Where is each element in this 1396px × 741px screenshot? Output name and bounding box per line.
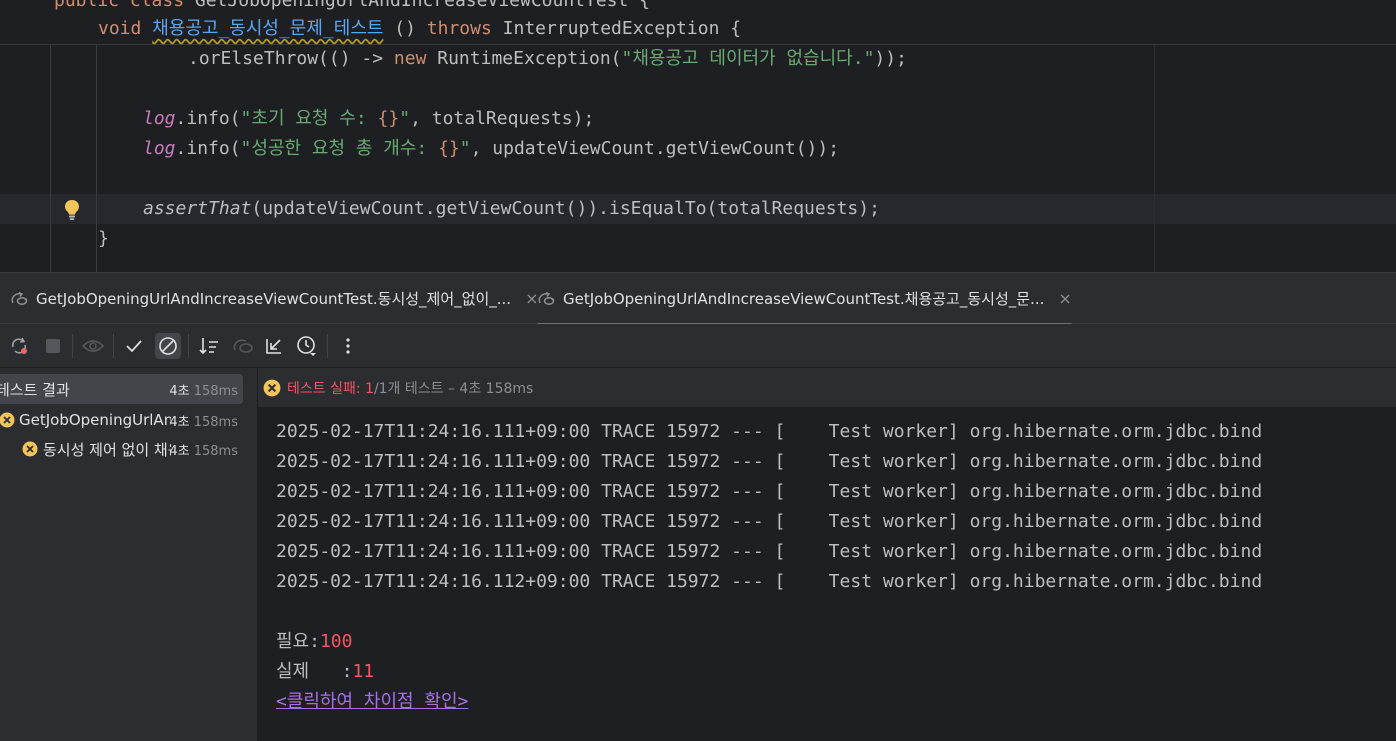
show-diff-link[interactable]: <클릭하여 차이점 확인> xyxy=(276,691,468,712)
method-name[interactable]: 채용공고_동시성_문제_테스트 xyxy=(152,18,383,39)
field-name: log xyxy=(143,138,176,159)
method-call: assertThat xyxy=(143,198,252,219)
code-line[interactable]: } xyxy=(98,224,109,254)
tree-label: 테스트 결과 xyxy=(0,380,70,399)
code-line[interactable]: log.info("초기 요청 수: {}", totalRequests); xyxy=(143,104,594,134)
code-text: () xyxy=(383,18,427,39)
tab-label: GetJobOpeningUrlAndIncreaseViewCountTest… xyxy=(36,290,512,308)
log-line: 2025-02-17T11:24:16.111+09:00 TRACE 1597… xyxy=(276,541,1263,562)
code-text: .info( xyxy=(175,108,241,129)
code-text: InterruptedException { xyxy=(491,18,742,39)
tree-duration: 4초 158ms xyxy=(169,383,238,399)
code-text: (updateViewCount.getViewCount()).isEqual… xyxy=(251,198,880,219)
code-line[interactable]: log.info("성공한 요청 총 개수: {}", updateViewCo… xyxy=(143,134,839,164)
test-failed-icon xyxy=(0,412,15,428)
tree-duration: 4초 158ms xyxy=(169,443,238,459)
string-literal: " xyxy=(459,138,471,159)
sticky-header: public class GetJobOpeningUrlAndIncrease… xyxy=(0,0,1396,45)
tree-root[interactable]: 테스트 결과 4초 158ms xyxy=(0,374,243,404)
expected-label: 필요: xyxy=(276,631,320,652)
field-name: log xyxy=(143,108,176,129)
check-icon[interactable] xyxy=(121,333,147,359)
log-line: 2025-02-17T11:24:16.111+09:00 TRACE 1597… xyxy=(276,511,1263,532)
code-text: .orElseThrow(() -> xyxy=(188,48,394,69)
string-literal: "채용공고 데이터가 없습니다." xyxy=(621,48,875,69)
test-toolbar xyxy=(0,324,1396,368)
export-icon[interactable] xyxy=(261,333,287,359)
keyword: throws xyxy=(426,18,492,39)
test-run-icon xyxy=(11,291,28,305)
tree-method-node[interactable]: 동시성 제어 없이 채용공고 조회수 증가 테스트 4초 158ms xyxy=(0,434,257,464)
code-text: , totalRequests); xyxy=(410,108,595,129)
expected-value: 100 xyxy=(319,631,353,652)
code-text: .info( xyxy=(175,138,241,159)
code-line[interactable]: .orElseThrow(() -> new RuntimeException(… xyxy=(188,44,907,74)
close-icon[interactable]: × xyxy=(1058,289,1071,308)
rerun-icon[interactable] xyxy=(6,333,32,359)
actual-value: 11 xyxy=(352,661,375,682)
placeholder: {} xyxy=(377,108,400,129)
tree-class-node[interactable]: GetJobOpeningUrlAndIncreaseViewCountTest… xyxy=(0,405,257,435)
code-line-method[interactable]: void 채용공고_동시성_문제_테스트 () throws Interrupt… xyxy=(98,14,741,44)
code-editor[interactable]: public class GetJobOpeningUrlAndIncrease… xyxy=(0,0,1396,272)
stop-icon[interactable] xyxy=(40,333,66,359)
error-icon xyxy=(263,379,281,396)
tree-duration: 4초 158ms xyxy=(169,414,238,430)
toolbar-separator xyxy=(72,334,73,358)
lightbulb-icon[interactable] xyxy=(64,199,80,221)
log-line: 2025-02-17T11:24:16.111+09:00 TRACE 1597… xyxy=(276,421,1263,442)
log-line: 2025-02-17T11:24:16.111+09:00 TRACE 1597… xyxy=(276,451,1263,472)
string-literal: " xyxy=(399,108,411,129)
tree-label: GetJobOpeningUrlAndIncreaseViewCountTest xyxy=(19,411,171,429)
test-run-icon xyxy=(538,291,555,305)
tab-label: GetJobOpeningUrlAndIncreaseViewCountTest… xyxy=(563,290,1045,308)
sort-icon[interactable] xyxy=(196,333,222,359)
code-text: , updateViewCount.getViewCount()); xyxy=(470,138,840,159)
toolbar-separator xyxy=(113,334,114,358)
string-literal: "초기 요청 수: xyxy=(240,108,378,129)
keyword: public class xyxy=(54,0,185,11)
failed-count: 테스트 실패: 1 xyxy=(287,380,374,397)
tab-dongsiseong-test[interactable]: GetJobOpeningUrlAndIncreaseViewCountTest… xyxy=(10,273,538,324)
test-results-tree: 테스트 결과 4초 158ms GetJobOpeningUrlAndIncre… xyxy=(0,368,258,741)
keyword: new xyxy=(393,48,427,69)
toolbar-separator xyxy=(327,334,328,358)
indent-guide xyxy=(96,44,97,272)
ignored-icon[interactable] xyxy=(155,333,181,359)
test-failed-icon xyxy=(22,441,38,457)
status-summary: /1개 테스트 – 4초 158ms xyxy=(373,380,534,397)
code-text: )); xyxy=(874,48,907,69)
tree-label: 동시성 제어 없이 채용공고 조회수 증가 테스트 xyxy=(43,440,171,459)
run-tabs-bar: GetJobOpeningUrlAndIncreaseViewCountTest… xyxy=(0,272,1396,326)
eye-icon[interactable] xyxy=(80,333,106,359)
console-output[interactable]: 2025-02-17T11:24:16.111+09:00 TRACE 1597… xyxy=(258,408,1396,741)
actual-label: 실제 : xyxy=(276,661,353,682)
keyword: void xyxy=(98,18,142,39)
string-literal: "성공한 요청 총 개수: xyxy=(240,138,439,159)
actual-line: 실제 :11 xyxy=(276,657,374,687)
code-text: RuntimeException( xyxy=(426,48,622,69)
import-icon[interactable] xyxy=(230,333,256,359)
code-text: GetJobOpeningUrlAndIncreaseViewCountTest… xyxy=(184,0,651,11)
expected-line: 필요:100 xyxy=(276,627,352,657)
log-line: 2025-02-17T11:24:16.111+09:00 TRACE 1597… xyxy=(276,481,1263,502)
history-icon[interactable] xyxy=(294,333,320,359)
more-icon[interactable] xyxy=(335,333,361,359)
placeholder: {} xyxy=(438,138,460,159)
toolbar-separator xyxy=(188,334,189,358)
tab-chaeyong-test[interactable]: GetJobOpeningUrlAndIncreaseViewCountTest… xyxy=(537,273,1072,326)
test-status-bar: 테스트 실패: 1 /1개 테스트 – 4초 158ms xyxy=(258,368,1396,408)
diff-line[interactable]: <클릭하여 차이점 확인> xyxy=(276,687,468,717)
code-line-current[interactable]: assertThat(updateViewCount.getViewCount(… xyxy=(143,194,880,224)
indent-guide xyxy=(50,44,51,272)
log-line: 2025-02-17T11:24:16.112+09:00 TRACE 1597… xyxy=(276,571,1263,592)
